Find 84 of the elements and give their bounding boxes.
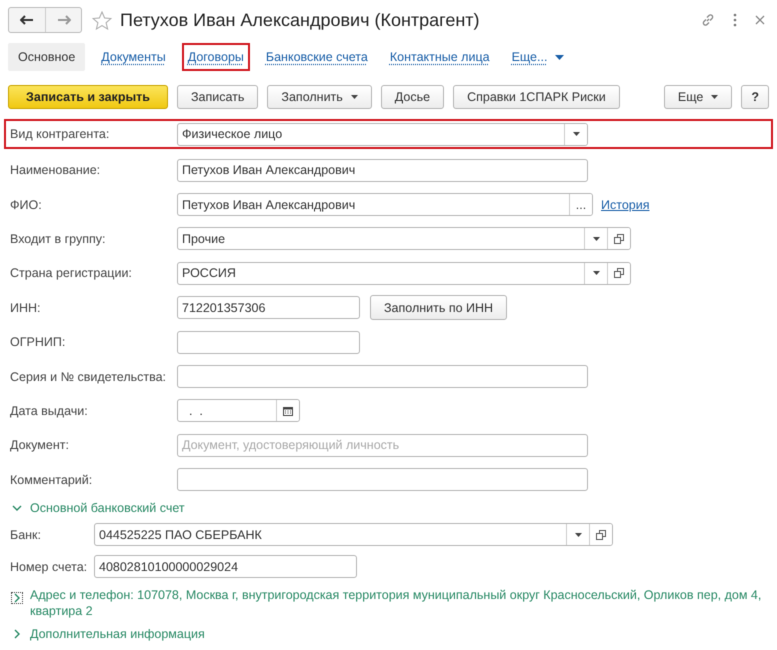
section-toggle[interactable]: Основной банковский счет [4, 496, 773, 519]
field-input[interactable]: Физическое лицо [178, 127, 564, 141]
caret-icon [592, 271, 600, 276]
open-button[interactable] [607, 262, 630, 284]
input-field[interactable]: 712201357306 [177, 296, 360, 320]
field-input[interactable]: 40802810100000029024 [95, 560, 356, 574]
tab[interactable]: Документы [95, 43, 172, 71]
close-icon[interactable] [755, 15, 765, 25]
field-label: Серия и № свидетельства: [10, 370, 168, 384]
dropdown-button[interactable] [564, 124, 587, 144]
field-label: ОГРНИП: [10, 335, 66, 350]
toolbar-button[interactable]: Записать [177, 85, 258, 109]
field-input[interactable]: Документ, удостоверяющий личность [178, 438, 587, 452]
select-button[interactable]: ... [569, 194, 592, 216]
toolbar-button[interactable]: Справки 1СПАРК Риски [453, 85, 620, 109]
input-field[interactable]: 40802810100000029024 [94, 555, 357, 578]
field-label: Дата выдачи: [10, 404, 89, 418]
star-icon[interactable] [92, 10, 112, 30]
tab[interactable]: Контактные лица [384, 43, 496, 71]
dropdown-field[interactable]: РОССИЯ [177, 262, 631, 285]
arrow-left-icon [20, 15, 34, 25]
link-icon[interactable] [701, 13, 715, 27]
arrow-right-icon [56, 15, 70, 25]
field-label: Комментарий: [10, 472, 94, 487]
input-field[interactable] [177, 330, 360, 354]
toolbar-button[interactable]: Досье [380, 85, 444, 109]
field-input[interactable]: 044525225 ПАО СБЕРБАНК [95, 528, 566, 542]
tab[interactable]: Договоры [182, 43, 250, 71]
field-label: Вид контрагента: [10, 127, 110, 141]
save-close-button[interactable]: Записать и закрыть [8, 85, 168, 109]
date-field[interactable]: . . [177, 399, 300, 422]
field-label: ФИО: [10, 198, 43, 212]
caret-icon [574, 532, 582, 537]
group-title: Адрес и телефон: 107078, Москва г, внутригородская территория муниципальный округ Красносельский, Орликов пер, дом 4, квартира 2 [30, 586, 762, 619]
tab[interactable]: Основное [8, 43, 86, 71]
group-toggle[interactable]: Дополнительная информация [4, 622, 773, 645]
calendar-button[interactable] [276, 400, 299, 422]
field-label: Банк: [10, 528, 42, 542]
group-title: Дополнительная информация [30, 626, 205, 641]
open-button[interactable] [589, 524, 612, 546]
more-menu[interactable]: Еще... [506, 43, 570, 71]
caret-icon [572, 132, 580, 136]
field-input[interactable]: Петухов Иван Александрович [178, 163, 587, 178]
field-input[interactable]: РОССИЯ [178, 266, 584, 280]
input-field[interactable] [177, 468, 588, 492]
field-input[interactable]: 712201357306 [178, 300, 359, 315]
menu-button[interactable]: Заполнить [267, 85, 372, 109]
history-link[interactable]: История [601, 198, 650, 212]
caret-icon [350, 95, 358, 99]
field-label: Номер счета: [10, 560, 88, 574]
group-toggle[interactable]: Адрес и телефон: 107078, Москва г, внутригородская территория муниципальный округ Красносельский, Орликов пер, дом 4, квартира 2 [4, 582, 773, 623]
open-icon [596, 530, 606, 540]
section-title: Основной банковский счет [30, 500, 185, 515]
input-field[interactable]: Петухов Иван Александрович ... [177, 193, 593, 216]
dropdown-field[interactable]: 044525225 ПАО СБЕРБАНК [94, 523, 613, 546]
field-input[interactable]: . . [178, 404, 276, 418]
open-button[interactable] [607, 228, 630, 250]
chevron-right-icon [12, 628, 22, 639]
dropdown-field[interactable]: Прочие [177, 227, 631, 250]
field-input[interactable]: Петухов Иван Александрович [178, 198, 569, 212]
input-field[interactable]: Петухов Иван Александрович [177, 158, 588, 182]
field-label: Документ: [10, 438, 70, 452]
window-title: Петухов Иван Александрович (Контрагент) [120, 10, 481, 30]
field-label: Входит в группу: [10, 232, 106, 246]
input-field[interactable] [177, 365, 588, 388]
caret-icon [592, 236, 600, 241]
fill-button[interactable]: Заполнить по ИНН [370, 295, 508, 320]
more-icon[interactable] [733, 13, 737, 27]
field-label: Страна регистрации: [10, 266, 133, 280]
open-icon [614, 234, 624, 244]
field-label: Наименование: [10, 163, 102, 178]
caret-icon [555, 54, 564, 60]
chevron-right-icon [12, 592, 22, 603]
help-button[interactable]: ? [741, 85, 769, 109]
calendar-icon [283, 406, 293, 416]
open-icon [614, 268, 624, 278]
dropdown-field[interactable]: Физическое лицо [177, 122, 588, 146]
field-input[interactable]: Прочие [178, 232, 584, 246]
caret-icon [711, 95, 718, 99]
chevron-down-icon [12, 502, 22, 513]
field-label: ИНН: [10, 300, 42, 315]
tab[interactable]: Банковские счета [260, 43, 374, 71]
menu-button[interactable]: Еще [664, 85, 732, 109]
input-field[interactable]: Документ, удостоверяющий личность [177, 434, 588, 457]
